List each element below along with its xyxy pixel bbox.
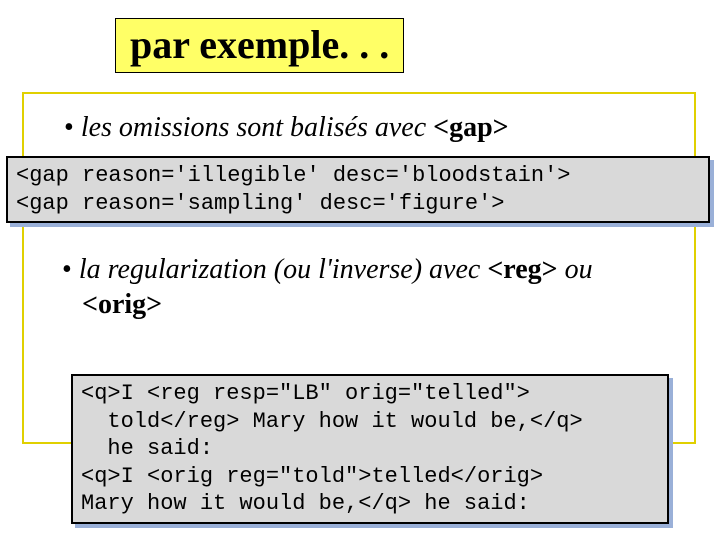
code-example-reg: <q>I <reg resp="LB" orig="telled"> told<… bbox=[71, 374, 669, 524]
bullet-omissions: les omissions sont balisés avec <gap> bbox=[64, 110, 666, 145]
bullet-text: les omissions sont balisés avec bbox=[81, 112, 433, 143]
title-box: par exemple. . . bbox=[115, 18, 404, 73]
bullet-regularization: la regularization (ou l'inverse) avec <r… bbox=[62, 252, 668, 322]
code-example-gap: <gap reason='illegible' desc='bloodstain… bbox=[6, 156, 710, 223]
bullet2-part1: la regularization (ou l'inverse) avec bbox=[79, 254, 488, 285]
bullet-2-container: la regularization (ou l'inverse) avec <r… bbox=[22, 246, 696, 332]
reg-tag: <reg> bbox=[487, 254, 557, 285]
slide: par exemple. . . les omissions sont bali… bbox=[0, 0, 720, 540]
gap-tag: <gap> bbox=[433, 112, 508, 143]
bullet2-part2: ou bbox=[558, 254, 593, 285]
slide-title: par exemple. . . bbox=[130, 21, 389, 68]
orig-tag: <orig> bbox=[82, 289, 162, 320]
